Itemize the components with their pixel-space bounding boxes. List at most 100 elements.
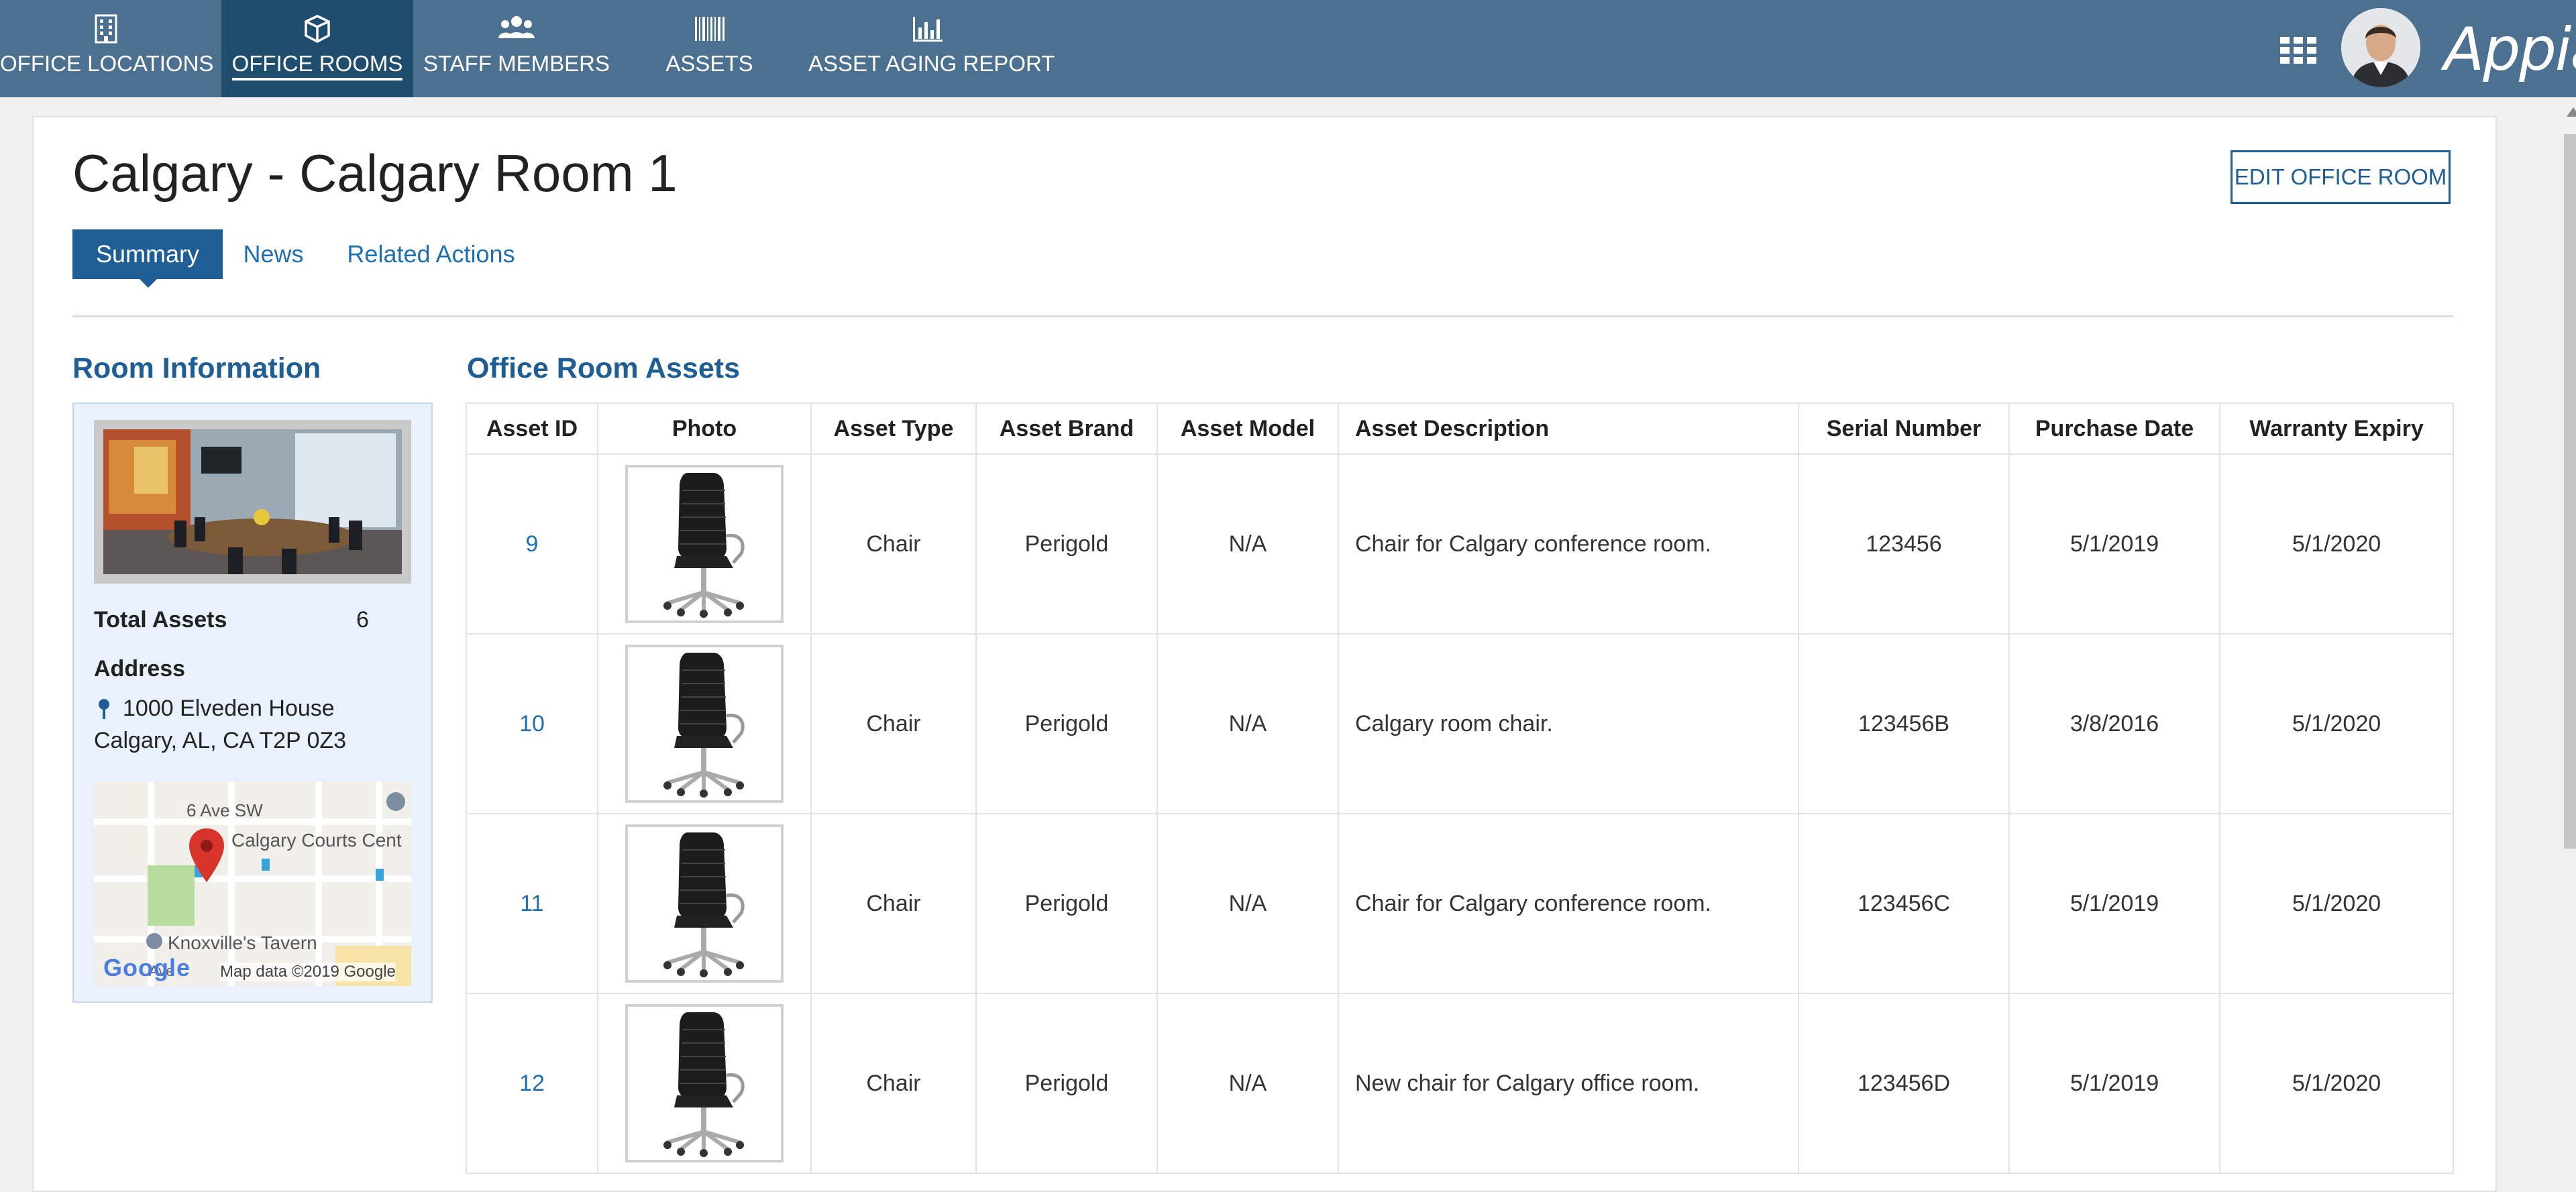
location-map[interactable]: 6 Ave SW Calgary Courts Cent Knoxville's… [94,781,411,986]
column-header-asset-type[interactable]: Asset Type [810,402,977,455]
column-header-serial-number[interactable]: Serial Number [1798,402,2010,455]
nav-tab-staff-members[interactable]: STAFF MEMBERS [423,0,610,97]
asset-id-cell: 11 [466,813,598,994]
nav-tab-office-locations[interactable]: OFFICE LOCATIONS [0,0,214,97]
asset-id-link[interactable]: 11 [520,891,543,916]
cube-icon [221,13,413,44]
apps-grid-icon[interactable] [2280,37,2318,64]
asset-id-link[interactable]: 9 [526,531,539,557]
warranty-expiry-cell: 5/1/2020 [2219,813,2454,994]
address-line-2: Calgary, AL, CA T2P 0Z3 [94,728,347,753]
asset-photo-cell [597,453,812,635]
column-header-photo: Photo [597,402,812,455]
asset-description-cell: New chair for Calgary office room. [1338,993,1799,1174]
asset-brand-cell: Perigold [975,633,1158,814]
top-nav-bar: OFFICE LOCATIONS OFFICE ROOMS STAFF MEMB… [0,0,2576,97]
warranty-expiry-cell: 5/1/2020 [2219,993,2454,1174]
location-pin-icon [97,698,111,724]
purchase-date-cell: 5/1/2019 [2008,453,2220,635]
asset-photo[interactable] [625,824,784,983]
office-room-assets-heading: Office Room Assets [467,352,741,384]
map-place-label: Calgary Courts Cent [231,830,402,851]
asset-brand-cell: Perigold [975,993,1158,1174]
column-header-asset-id[interactable]: Asset ID [466,402,598,455]
address-label: Address [94,656,186,682]
asset-id-link[interactable]: 12 [519,1071,545,1096]
asset-photo[interactable] [625,465,784,623]
asset-id-link[interactable]: 10 [519,711,545,737]
asset-photo[interactable] [625,645,784,803]
asset-id-cell: 9 [466,453,598,635]
asset-description-cell: Chair for Calgary conference room. [1338,813,1799,994]
map-pin-icon [188,827,225,887]
nav-tab-label: OFFICE ROOMS [231,51,403,80]
google-logo: Google [103,954,191,981]
warranty-expiry-cell: 5/1/2020 [2219,633,2454,814]
barcode-icon [641,13,778,44]
appian-logo[interactable]: Appian [2444,15,2576,84]
nav-tab-label: ASSET AGING REPORT [808,51,1055,76]
map-place2-label: Knoxville's Tavern [168,932,317,953]
table-row: 11 Chair Perigold N/A Chair for Calgary … [466,813,2454,994]
nav-tab-label: OFFICE LOCATIONS [0,51,214,76]
tab-related-actions[interactable]: Related Actions [342,229,520,279]
bar-chart-icon [808,13,1046,44]
asset-photo[interactable] [625,1004,784,1162]
address-line-1: 1000 Elveden House [123,696,335,721]
asset-type-cell: Chair [810,633,977,814]
assets-table: Asset ID Photo Asset Type Asset Brand As… [466,402,2454,1174]
office-chair-image [663,1012,745,1157]
room-information-heading: Room Information [72,352,321,384]
asset-brand-cell: Perigold [975,813,1158,994]
warranty-expiry-cell: 5/1/2020 [2219,453,2454,635]
asset-id-cell: 12 [466,993,598,1174]
asset-model-cell: N/A [1157,813,1339,994]
total-assets-label: Total Assets [94,607,227,633]
column-header-warranty-expiry[interactable]: Warranty Expiry [2219,402,2454,455]
active-tab-caret [140,279,157,288]
total-assets-value: 6 [356,607,369,633]
asset-photo-cell [597,993,812,1174]
asset-model-cell: N/A [1157,993,1339,1174]
tab-news[interactable]: News [238,229,309,279]
tab-summary[interactable]: Summary [72,229,223,279]
office-chair-image [663,832,745,977]
room-photo [94,420,411,584]
purchase-date-cell: 3/8/2016 [2008,633,2220,814]
nav-tab-assets[interactable]: ASSETS [641,0,778,97]
scroll-up-arrow[interactable] [2567,107,2576,117]
asset-description-cell: Chair for Calgary conference room. [1338,453,1799,635]
column-header-asset-brand[interactable]: Asset Brand [975,402,1158,455]
table-header-row: Asset ID Photo Asset Type Asset Brand As… [466,402,2454,455]
purchase-date-cell: 5/1/2019 [2008,993,2220,1174]
page-title: Calgary - Calgary Room 1 [72,144,678,203]
asset-photo-cell [597,813,812,994]
serial-number-cell: 123456 [1798,453,2010,635]
purchase-date-cell: 5/1/2019 [2008,813,2220,994]
table-row: 9 Chair Perigold N/A Chair for Calgary c… [466,453,2454,635]
header-divider [72,315,2454,317]
column-header-asset-description[interactable]: Asset Description [1338,402,1799,455]
nav-tab-label: ASSETS [665,51,753,76]
serial-number-cell: 123456D [1798,993,2010,1174]
asset-brand-cell: Perigold [975,453,1158,635]
vertical-scrollbar[interactable] [2564,134,2576,849]
nav-tab-label: STAFF MEMBERS [423,51,610,76]
map-street-label: 6 Ave SW [186,800,263,820]
serial-number-cell: 123456B [1798,633,2010,814]
users-icon [423,13,610,44]
table-row: 12 Chair Perigold N/A New chair for Calg… [466,993,2454,1174]
asset-description-cell: Calgary room chair. [1338,633,1799,814]
asset-photo-cell [597,633,812,814]
column-header-asset-model[interactable]: Asset Model [1157,402,1339,455]
asset-type-cell: Chair [810,813,977,994]
edit-office-room-button[interactable]: EDIT OFFICE ROOM [2231,150,2451,204]
nav-tab-office-rooms[interactable]: OFFICE ROOMS [221,0,413,97]
nav-tab-asset-aging-report[interactable]: ASSET AGING REPORT [808,0,1055,97]
table-row: 10 Chair Perigold N/A Calgary room chair… [466,633,2454,814]
asset-model-cell: N/A [1157,633,1339,814]
map-copyright: Map data ©2019 Google [220,963,396,981]
user-avatar[interactable] [2341,8,2420,87]
serial-number-cell: 123456C [1798,813,2010,994]
column-header-purchase-date[interactable]: Purchase Date [2008,402,2220,455]
